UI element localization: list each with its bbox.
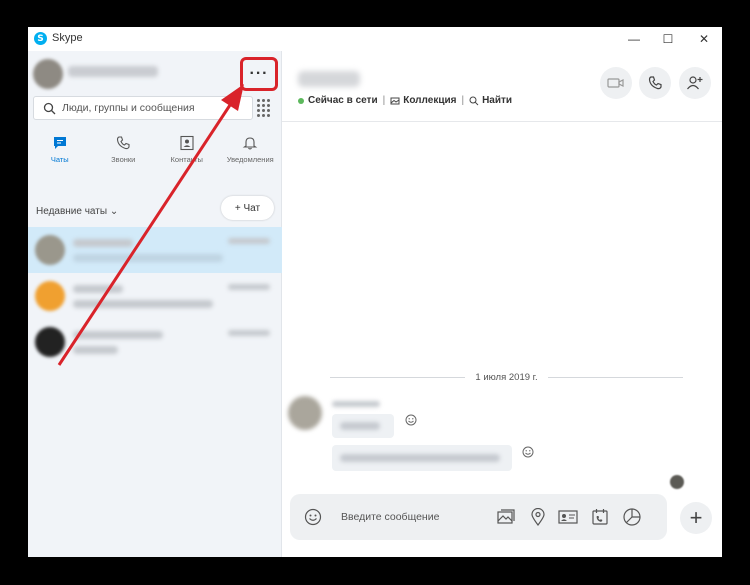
tab-label: Контакты [170,155,203,164]
new-chat-button[interactable]: + Чат [221,196,274,220]
tab-chats[interactable]: Чаты [28,129,92,175]
gallery-icon [390,96,400,106]
add-content-button[interactable]: + [680,502,712,534]
read-receipt-avatar [670,475,684,489]
skype-logo-icon: S [34,32,47,45]
list-item[interactable] [28,319,282,365]
message-bubble[interactable] [332,414,394,438]
search-placeholder: Люди, группы и сообщения [62,102,195,114]
title-bar: S Skype — ☐ ✕ [28,27,722,51]
conversation-name[interactable] [298,71,360,87]
list-item[interactable] [28,273,282,319]
video-call-button[interactable] [600,67,632,99]
find-link[interactable]: Найти [482,95,512,106]
chat-icon [53,137,66,149]
close-button[interactable]: ✕ [694,30,714,48]
add-person-icon [687,76,703,90]
media-gallery-icon[interactable] [496,507,516,527]
poll-icon[interactable] [622,507,642,527]
search-icon [469,96,479,106]
nav-tabs: Чаты Звонки Контакты Уведомления [28,129,282,175]
app-title: Skype [52,32,83,44]
profile-avatar[interactable] [33,59,63,89]
bell-icon [242,137,258,150]
add-people-button[interactable] [679,67,711,99]
tab-label: Звонки [111,155,136,164]
emoji-reaction-icon[interactable] [405,414,417,426]
list-item[interactable] [28,227,282,273]
audio-call-button[interactable] [639,67,671,99]
search-input[interactable]: Люди, группы и сообщения [33,96,253,120]
contact-card-icon[interactable] [558,507,578,527]
location-icon[interactable] [528,507,548,527]
online-status-icon [298,97,304,104]
maximize-button[interactable]: ☐ [658,30,678,48]
avatar [35,327,65,357]
profile-name[interactable] [68,66,158,77]
date-label: 1 июля 2019 г. [475,372,538,383]
conversation-subheader: Сейчас в сети | Коллекция | Найти [298,95,512,106]
schedule-call-icon[interactable] [590,507,610,527]
message-bubble[interactable] [332,445,512,471]
emoji-icon[interactable] [304,508,322,526]
divider [282,121,722,122]
contacts-icon [180,135,194,151]
avatar [35,281,65,311]
recent-chats-dropdown[interactable]: Недавние чаты ⌄ [36,206,118,217]
sidebar: ··· Люди, группы и сообщения Чаты Звонки… [28,51,282,557]
status-text: Сейчас в сети [308,95,378,106]
gallery-link[interactable]: Коллекция [403,95,456,106]
tab-label: Чаты [50,155,69,164]
avatar [288,396,322,430]
tab-calls[interactable]: Звонки [92,129,156,175]
minimize-button[interactable]: — [624,30,644,48]
message-composer[interactable]: Введите сообщение [290,494,667,540]
conversation-panel: Сейчас в сети | Коллекция | Найти 1 июля… [282,51,722,557]
date-divider: 1 июля 2019 г. [330,372,684,383]
phone-icon [117,136,130,150]
more-options-button[interactable]: ··· [240,57,278,91]
skype-window: S Skype — ☐ ✕ ··· Люди, группы и сообщен… [28,27,722,557]
tab-contacts[interactable]: Контакты [155,129,219,175]
video-camera-icon [607,78,624,88]
phone-icon [648,76,662,90]
tab-label: Уведомления [226,155,274,164]
tab-notifications[interactable]: Уведомления [219,129,283,175]
avatar [35,235,65,265]
message-input[interactable]: Введите сообщение [341,511,439,523]
emoji-reaction-icon[interactable] [522,446,534,458]
chevron-down-icon: ⌄ [109,206,119,217]
dialpad-icon[interactable] [254,99,272,117]
search-icon [42,101,56,115]
recent-chats-label: Недавние чаты [36,206,108,217]
